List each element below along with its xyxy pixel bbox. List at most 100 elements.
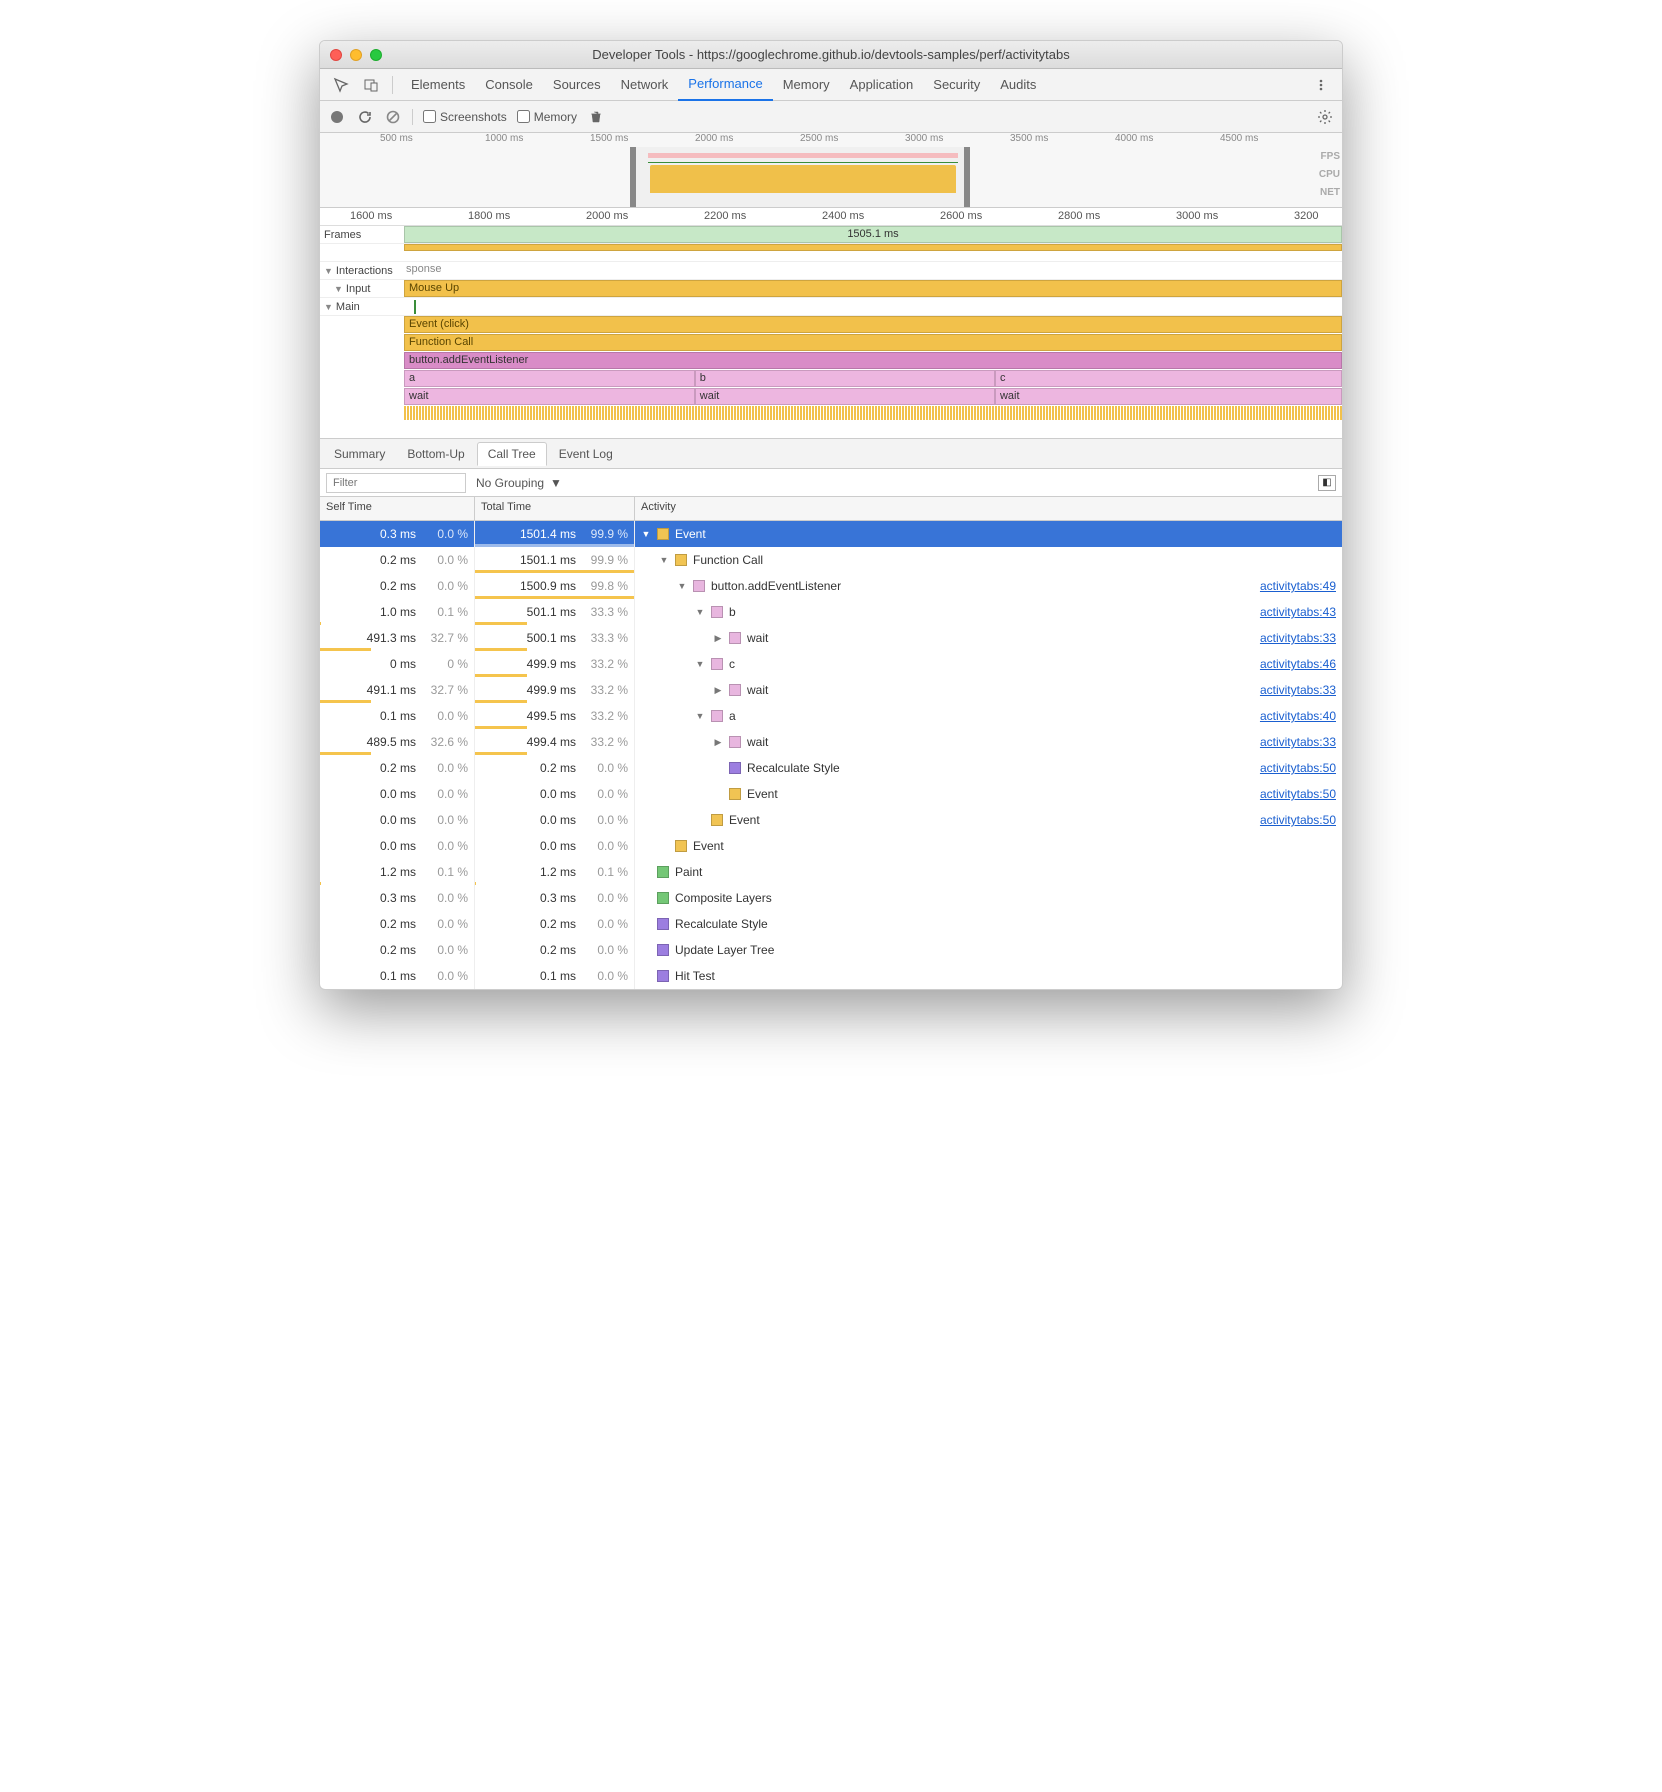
- activity-swatch: [657, 944, 669, 956]
- screenshots-checkbox[interactable]: Screenshots: [423, 110, 507, 124]
- tree-row[interactable]: 0 ms0 %499.9 ms33.2 %▼cactivitytabs:46: [320, 651, 1342, 677]
- disclosure-triangle-icon[interactable]: ▼: [695, 659, 705, 669]
- more-icon[interactable]: [1308, 72, 1334, 98]
- activity-swatch: [711, 606, 723, 618]
- activity-name: Recalculate Style: [675, 917, 768, 931]
- activity-name: b: [729, 605, 736, 619]
- activity-name: Paint: [675, 865, 702, 879]
- filter-row: No Grouping ▼ ◧: [320, 469, 1342, 497]
- toggle-sidebar-icon[interactable]: ◧: [1318, 475, 1336, 491]
- tab-sources[interactable]: Sources: [543, 69, 611, 101]
- filter-input[interactable]: [326, 473, 466, 493]
- tab-performance[interactable]: Performance: [678, 69, 772, 101]
- tree-row[interactable]: 0.1 ms0.0 %499.5 ms33.2 %▼aactivitytabs:…: [320, 703, 1342, 729]
- tree-row[interactable]: 0.0 ms0.0 %0.0 ms0.0 %Eventactivitytabs:…: [320, 807, 1342, 833]
- activity-swatch: [693, 580, 705, 592]
- col-activity[interactable]: Activity: [635, 497, 1342, 520]
- main-row: ▼Main: [320, 298, 1342, 316]
- tree-row[interactable]: 0.2 ms0.0 %1500.9 ms99.8 %▼button.addEve…: [320, 573, 1342, 599]
- tab-network[interactable]: Network: [611, 69, 679, 101]
- activity-name: Event: [675, 527, 706, 541]
- source-link[interactable]: activitytabs:50: [1260, 813, 1336, 827]
- tree-row[interactable]: 0.3 ms0.0 %0.3 ms0.0 %Composite Layers: [320, 885, 1342, 911]
- tree-row[interactable]: 0.2 ms0.0 %0.2 ms0.0 %Recalculate Style: [320, 911, 1342, 937]
- tab-application[interactable]: Application: [840, 69, 924, 101]
- subtab-bottom-up[interactable]: Bottom-Up: [397, 443, 474, 465]
- record-icon[interactable]: [328, 108, 346, 126]
- timeline-panel[interactable]: 1600 ms1800 ms2000 ms2200 ms2400 ms2600 …: [320, 208, 1342, 439]
- tree-header: Self Time Total Time Activity: [320, 497, 1342, 521]
- tree-row[interactable]: 0.0 ms0.0 %0.0 ms0.0 %Event: [320, 833, 1342, 859]
- settings-icon[interactable]: [1316, 108, 1334, 126]
- source-link[interactable]: activitytabs:33: [1260, 683, 1336, 697]
- source-link[interactable]: activitytabs:43: [1260, 605, 1336, 619]
- tree-row[interactable]: 0.3 ms0.0 %1501.4 ms99.9 %▼Event: [320, 521, 1342, 547]
- source-link[interactable]: activitytabs:33: [1260, 631, 1336, 645]
- disclosure-triangle-icon[interactable]: ▶: [713, 633, 723, 644]
- tree-row[interactable]: 0.0 ms0.0 %0.0 ms0.0 %Eventactivitytabs:…: [320, 781, 1342, 807]
- tab-console[interactable]: Console: [475, 69, 543, 101]
- source-link[interactable]: activitytabs:40: [1260, 709, 1336, 723]
- performance-toolbar: Screenshots Memory: [320, 101, 1342, 133]
- tree-row[interactable]: 0.2 ms0.0 %0.2 ms0.0 %Recalculate Stylea…: [320, 755, 1342, 781]
- activity-name: wait: [747, 683, 768, 697]
- grouping-select[interactable]: No Grouping ▼: [476, 476, 562, 490]
- tree-row[interactable]: 491.1 ms32.7 %499.9 ms33.2 %▶waitactivit…: [320, 677, 1342, 703]
- activity-swatch: [729, 684, 741, 696]
- col-self-time[interactable]: Self Time: [320, 497, 475, 520]
- disclosure-triangle-icon[interactable]: ▼: [677, 581, 687, 591]
- tab-elements[interactable]: Elements: [401, 69, 475, 101]
- inspect-icon[interactable]: [328, 72, 354, 98]
- disclosure-triangle-icon[interactable]: ▶: [713, 685, 723, 696]
- activity-swatch: [657, 970, 669, 982]
- tab-audits[interactable]: Audits: [990, 69, 1046, 101]
- activity-name: Event: [729, 813, 760, 827]
- subtab-event-log[interactable]: Event Log: [549, 443, 623, 465]
- zoom-window-button[interactable]: [370, 49, 382, 61]
- source-link[interactable]: activitytabs:50: [1260, 761, 1336, 775]
- source-link[interactable]: activitytabs:33: [1260, 735, 1336, 749]
- memory-checkbox[interactable]: Memory: [517, 110, 577, 124]
- tree-row[interactable]: 1.0 ms0.1 %501.1 ms33.3 %▼bactivitytabs:…: [320, 599, 1342, 625]
- activity-swatch: [729, 788, 741, 800]
- subtab-call-tree[interactable]: Call Tree: [477, 442, 547, 466]
- disclosure-triangle-icon[interactable]: ▼: [641, 529, 651, 539]
- activity-name: Hit Test: [675, 969, 715, 983]
- source-link[interactable]: activitytabs:46: [1260, 657, 1336, 671]
- trash-icon[interactable]: [587, 108, 605, 126]
- source-link[interactable]: activitytabs:50: [1260, 787, 1336, 801]
- col-total-time[interactable]: Total Time: [475, 497, 635, 520]
- tree-row[interactable]: 491.3 ms32.7 %500.1 ms33.3 %▶waitactivit…: [320, 625, 1342, 651]
- activity-name: Function Call: [693, 553, 763, 567]
- tree-row[interactable]: 0.1 ms0.0 %0.1 ms0.0 %Hit Test: [320, 963, 1342, 989]
- flame-chart[interactable]: Event (click) Function Call button.addEv…: [404, 316, 1342, 438]
- activity-name: Recalculate Style: [747, 761, 840, 775]
- source-link[interactable]: activitytabs:49: [1260, 579, 1336, 593]
- tab-memory[interactable]: Memory: [773, 69, 840, 101]
- disclosure-triangle-icon[interactable]: ▼: [695, 711, 705, 721]
- tree-row[interactable]: 489.5 ms32.6 %499.4 ms33.2 %▶waitactivit…: [320, 729, 1342, 755]
- activity-swatch: [711, 658, 723, 670]
- activity-swatch: [729, 632, 741, 644]
- device-toggle-icon[interactable]: [358, 72, 384, 98]
- tree-row[interactable]: 0.2 ms0.0 %1501.1 ms99.9 %▼Function Call: [320, 547, 1342, 573]
- minimize-window-button[interactable]: [350, 49, 362, 61]
- activity-name: Event: [747, 787, 778, 801]
- overview-panel[interactable]: 500 ms1000 ms1500 ms2000 ms2500 ms3000 m…: [320, 133, 1342, 208]
- disclosure-triangle-icon[interactable]: ▶: [713, 737, 723, 748]
- reload-icon[interactable]: [356, 108, 374, 126]
- input-event-bar[interactable]: Mouse Up: [404, 280, 1342, 297]
- tab-security[interactable]: Security: [923, 69, 990, 101]
- activity-swatch: [657, 918, 669, 930]
- disclosure-triangle-icon[interactable]: ▼: [695, 607, 705, 617]
- subtab-summary[interactable]: Summary: [324, 443, 395, 465]
- activity-name: Event: [693, 839, 724, 853]
- activity-swatch: [711, 710, 723, 722]
- tree-row[interactable]: 0.2 ms0.0 %0.2 ms0.0 %Update Layer Tree: [320, 937, 1342, 963]
- clear-icon[interactable]: [384, 108, 402, 126]
- close-window-button[interactable]: [330, 49, 342, 61]
- tree-row[interactable]: 1.2 ms0.1 %1.2 ms0.1 %Paint: [320, 859, 1342, 885]
- frame-bar[interactable]: 1505.1 ms: [404, 226, 1342, 243]
- activity-swatch: [675, 554, 687, 566]
- disclosure-triangle-icon[interactable]: ▼: [659, 555, 669, 565]
